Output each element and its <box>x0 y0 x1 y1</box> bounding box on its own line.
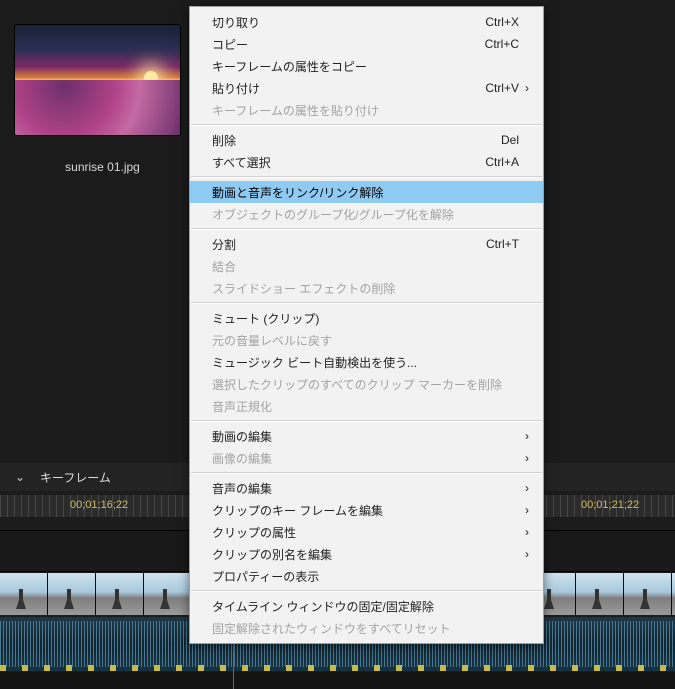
menu-item-shortcut: Ctrl+A <box>485 155 519 169</box>
timecode-left: 00;01;16;22 <box>70 499 128 511</box>
menu-item-label: 分割 <box>212 236 478 253</box>
video-frame-thumb[interactable] <box>144 573 192 615</box>
video-frame-thumb[interactable] <box>0 573 48 615</box>
app-root: sunrise 01.jpg ⌄ キーフレーム 00;01;16;22 00;0… <box>0 0 675 689</box>
menu-item[interactable]: 切り取り Ctrl+X <box>190 11 543 33</box>
menu-item-label: 画像の編集 <box>212 450 519 467</box>
menu-separator <box>191 302 542 304</box>
timeline-footer <box>0 672 675 689</box>
menu-item: 音声正規化 <box>190 395 543 417</box>
menu-separator <box>191 420 542 422</box>
menu-separator <box>191 472 542 474</box>
menu-item[interactable]: 動画と音声をリンク/リンク解除 <box>190 181 543 203</box>
menu-item: スライドショー エフェクトの削除 <box>190 277 543 299</box>
menu-item-label: キーフレームの属性を貼り付け <box>212 102 519 119</box>
menu-item-label: 動画と音声をリンク/リンク解除 <box>212 184 519 201</box>
menu-item-label: 削除 <box>212 132 493 149</box>
menu-item: オブジェクトのグループ化/グループ化を解除 <box>190 203 543 225</box>
menu-item[interactable]: すべて選択 Ctrl+A <box>190 151 543 173</box>
keyframe-button[interactable]: キーフレーム <box>40 469 150 486</box>
submenu-arrow-icon: › <box>519 503 529 517</box>
menu-item-label: 動画の編集 <box>212 428 519 445</box>
menu-item-shortcut: Del <box>501 133 519 147</box>
menu-item: 選択したクリップのすべてのクリップ マーカーを削除 <box>190 373 543 395</box>
menu-separator <box>191 228 542 230</box>
media-clip[interactable]: sunrise 01.jpg <box>15 25 190 174</box>
menu-item: 結合 <box>190 255 543 277</box>
menu-item-label: ミュージック ビート自動検出を使う... <box>212 354 519 371</box>
context-menu: 切り取り Ctrl+X コピー Ctrl+C キーフレームの属性をコピー貼り付け Ctrl… <box>189 6 544 644</box>
menu-item[interactable]: 貼り付け Ctrl+V› <box>190 77 543 99</box>
menu-item[interactable]: ミュート (クリップ) <box>190 307 543 329</box>
menu-item-label: 切り取り <box>212 14 477 31</box>
menu-item-label: すべて選択 <box>212 154 477 171</box>
menu-item[interactable]: 動画の編集› <box>190 425 543 447</box>
menu-item-shortcut: Ctrl+V <box>485 81 519 95</box>
menu-item[interactable]: クリップのキー フレームを編集› <box>190 499 543 521</box>
menu-item[interactable]: クリップの別名を編集› <box>190 543 543 565</box>
menu-item-label: クリップの別名を編集 <box>212 546 519 563</box>
submenu-arrow-icon: › <box>519 481 529 495</box>
menu-item[interactable]: 削除 Del <box>190 129 543 151</box>
submenu-arrow-icon: › <box>519 547 529 561</box>
menu-item[interactable]: クリップの属性› <box>190 521 543 543</box>
chevron-down-icon[interactable]: ⌄ <box>0 470 40 484</box>
menu-item[interactable]: プロパティーの表示 <box>190 565 543 587</box>
menu-item-label: タイムライン ウィンドウの固定/固定解除 <box>212 598 519 615</box>
menu-item-label: 選択したクリップのすべてのクリップ マーカーを削除 <box>212 376 519 393</box>
menu-item-label: プロパティーの表示 <box>212 568 519 585</box>
menu-separator <box>191 590 542 592</box>
video-frame-thumb[interactable] <box>48 573 96 615</box>
timecode-right: 00;01;21;22 <box>581 499 639 511</box>
submenu-arrow-icon: › <box>519 81 529 95</box>
menu-item: 固定解除されたウィンドウをすべてリセット <box>190 617 543 639</box>
menu-item-label: ミュート (クリップ) <box>212 310 519 327</box>
menu-item[interactable]: 分割 Ctrl+T <box>190 233 543 255</box>
menu-item-label: コピー <box>212 36 477 53</box>
menu-item-label: 元の音量レベルに戻す <box>212 332 519 349</box>
video-frame-thumb[interactable] <box>624 573 672 615</box>
menu-item-shortcut: Ctrl+T <box>486 237 519 251</box>
menu-item-label: キーフレームの属性をコピー <box>212 58 519 75</box>
menu-item-label: クリップの属性 <box>212 524 519 541</box>
menu-item-shortcut: Ctrl+C <box>485 37 519 51</box>
menu-item: 元の音量レベルに戻す <box>190 329 543 351</box>
menu-separator <box>191 176 542 178</box>
menu-item-label: 結合 <box>212 258 519 275</box>
menu-item[interactable]: キーフレームの属性をコピー <box>190 55 543 77</box>
menu-item-label: スライドショー エフェクトの削除 <box>212 280 519 297</box>
menu-item: キーフレームの属性を貼り付け <box>190 99 543 121</box>
menu-item[interactable]: ミュージック ビート自動検出を使う... <box>190 351 543 373</box>
menu-item-label: 固定解除されたウィンドウをすべてリセット <box>212 620 519 637</box>
media-filename: sunrise 01.jpg <box>15 160 190 174</box>
submenu-arrow-icon: › <box>519 429 529 443</box>
menu-item[interactable]: タイムライン ウィンドウの固定/固定解除 <box>190 595 543 617</box>
media-thumbnail <box>15 25 180 135</box>
video-frame-thumb[interactable] <box>576 573 624 615</box>
menu-item-label: クリップのキー フレームを編集 <box>212 502 519 519</box>
menu-item-label: 音声正規化 <box>212 398 519 415</box>
submenu-arrow-icon: › <box>519 451 529 465</box>
menu-separator <box>191 124 542 126</box>
menu-item-shortcut: Ctrl+X <box>485 15 519 29</box>
video-frame-thumb[interactable] <box>96 573 144 615</box>
menu-item[interactable]: コピー Ctrl+C <box>190 33 543 55</box>
menu-item-label: 貼り付け <box>212 80 477 97</box>
menu-item-label: オブジェクトのグループ化/グループ化を解除 <box>212 206 519 223</box>
menu-item: 画像の編集› <box>190 447 543 469</box>
menu-item[interactable]: 音声の編集› <box>190 477 543 499</box>
submenu-arrow-icon: › <box>519 525 529 539</box>
menu-item-label: 音声の編集 <box>212 480 519 497</box>
